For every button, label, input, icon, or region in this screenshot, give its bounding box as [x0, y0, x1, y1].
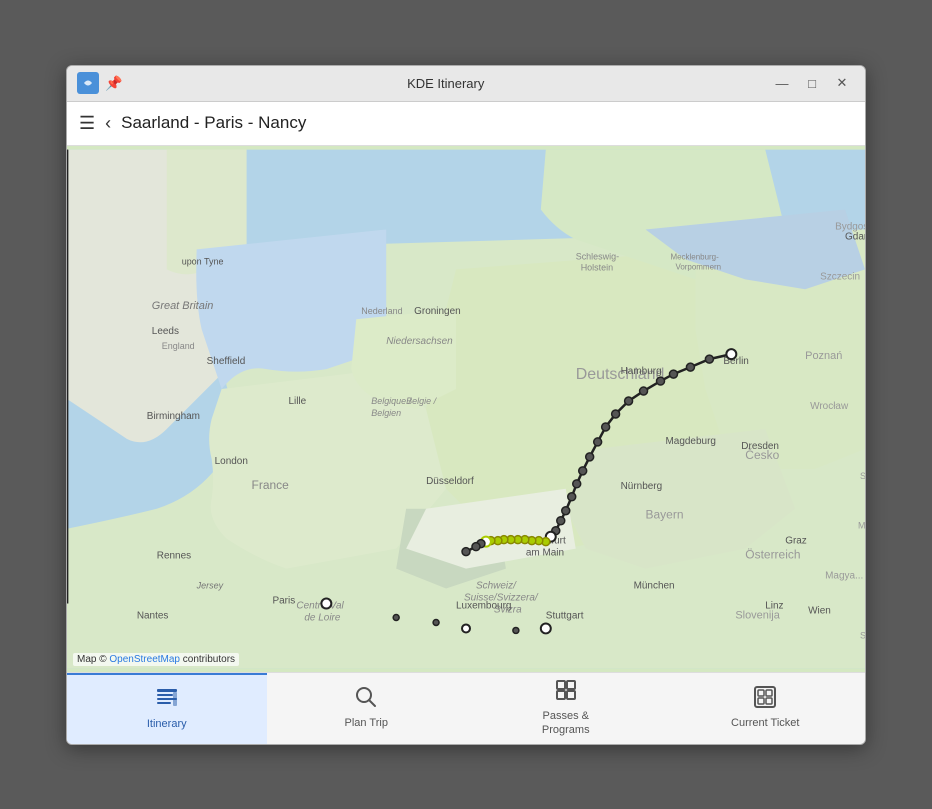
svg-text:Stuttgart: Stuttgart — [546, 610, 584, 621]
svg-text:Szczecin: Szczecin — [820, 271, 860, 282]
svg-text:Wrocław: Wrocław — [810, 401, 849, 412]
svg-text:München: München — [634, 580, 675, 591]
svg-text:Österreich: Österreich — [745, 547, 800, 561]
svg-text:Gdar...: Gdar... — [845, 231, 865, 242]
svg-text:England: England — [162, 341, 195, 351]
svg-text:Nederland: Nederland — [361, 306, 402, 316]
attribution-suffix: contributors — [180, 654, 235, 665]
attribution-text: Map © — [77, 654, 109, 665]
back-button[interactable]: ‹ — [105, 113, 111, 134]
svg-text:Mecklenburg-: Mecklenburg- — [670, 252, 719, 261]
svg-text:Nürnberg: Nürnberg — [621, 480, 663, 491]
svg-text:Magya...: Magya... — [825, 570, 863, 581]
main-window: 📌 KDE Itinerary — □ ✕ ☰ ‹ Saarland - Par… — [66, 65, 866, 745]
page-title: Saarland - Paris - Nancy — [121, 113, 306, 133]
openstreetmap-link[interactable]: OpenStreetMap — [109, 654, 180, 665]
minimize-button[interactable]: — — [769, 72, 795, 94]
svg-text:Belgien: Belgien — [371, 407, 401, 417]
tab-itinerary[interactable]: Itinerary — [67, 673, 267, 744]
tab-current-ticket[interactable]: Current Ticket — [666, 673, 866, 744]
tab-bar: Itinerary Plan Trip Passes &Programs — [67, 672, 865, 744]
svg-text:Holstein: Holstein — [581, 262, 613, 272]
svg-text:Luxembourg: Luxembourg — [456, 600, 511, 611]
tab-itinerary-label: Itinerary — [147, 718, 187, 731]
svg-text:London: London — [215, 455, 248, 466]
svg-text:Linz: Linz — [765, 600, 783, 611]
svg-text:Sl...: Sl... — [860, 470, 865, 480]
svg-text:Magdeburg: Magdeburg — [666, 435, 716, 446]
svg-text:Vorpommern: Vorpommern — [675, 262, 721, 271]
maximize-button[interactable]: □ — [799, 72, 825, 94]
header-bar: ☰ ‹ Saarland - Paris - Nancy — [67, 102, 865, 146]
svg-text:Centre-Val: Centre-Val — [296, 600, 344, 611]
svg-text:Jersey: Jersey — [196, 580, 224, 590]
map-attribution: Map © OpenStreetMap contributors — [73, 653, 239, 666]
svg-text:upon Tyne: upon Tyne — [182, 256, 224, 266]
search-icon — [355, 686, 377, 714]
window-title: KDE Itinerary — [122, 76, 769, 91]
svg-text:Groningen: Groningen — [414, 306, 461, 317]
hamburger-button[interactable]: ☰ — [79, 113, 95, 134]
map-area[interactable]: Great Britain England France Centre-Val … — [67, 146, 865, 672]
tab-plan-trip[interactable]: Plan Trip — [267, 673, 467, 744]
ticket-icon — [754, 686, 776, 714]
window-controls: — □ ✕ — [769, 72, 855, 94]
passes-icon — [555, 679, 577, 707]
svg-text:Paris: Paris — [272, 595, 295, 606]
svg-text:Niedersachsen: Niedersachsen — [386, 336, 453, 347]
svg-text:Nantes: Nantes — [137, 610, 169, 621]
svg-text:Wien: Wien — [808, 605, 831, 616]
pin-icon: 📌 — [105, 75, 122, 92]
svg-text:Leeds: Leeds — [152, 326, 179, 337]
map-svg: Great Britain England France Centre-Val … — [67, 146, 865, 672]
tab-passes-programs[interactable]: Passes &Programs — [466, 673, 666, 744]
svg-text:Belgie /: Belgie / — [406, 396, 437, 406]
close-button[interactable]: ✕ — [829, 72, 855, 94]
svg-text:Birmingham: Birmingham — [147, 410, 200, 421]
title-bar: 📌 KDE Itinerary — □ ✕ — [67, 66, 865, 102]
svg-text:Schweiz/: Schweiz/ — [476, 580, 517, 591]
svg-text:Dresden: Dresden — [741, 440, 779, 451]
svg-text:Sl...: Sl... — [860, 630, 865, 640]
svg-text:Sheffield: Sheffield — [207, 356, 246, 367]
svg-text:Graz: Graz — [785, 535, 807, 546]
svg-text:Lille: Lille — [288, 396, 306, 407]
svg-text:France: France — [252, 477, 290, 491]
svg-text:Poznań: Poznań — [805, 350, 842, 362]
svg-text:Schleswig-: Schleswig- — [576, 251, 619, 261]
app-icon — [77, 72, 99, 94]
itinerary-icon — [155, 687, 179, 715]
svg-text:Rennes: Rennes — [157, 550, 191, 561]
tab-passes-programs-label: Passes &Programs — [542, 710, 590, 736]
svg-text:Düsseldorf: Düsseldorf — [426, 475, 474, 486]
tab-current-ticket-label: Current Ticket — [731, 717, 799, 730]
tab-plan-trip-label: Plan Trip — [345, 717, 388, 730]
svg-text:Great Britain: Great Britain — [152, 300, 214, 312]
svg-text:Bayern: Bayern — [646, 507, 684, 521]
svg-text:de Loire: de Loire — [304, 612, 340, 623]
svg-text:am Main: am Main — [526, 547, 564, 558]
svg-text:Hamburg: Hamburg — [621, 366, 662, 377]
svg-text:Magya...: Magya... — [858, 520, 865, 530]
